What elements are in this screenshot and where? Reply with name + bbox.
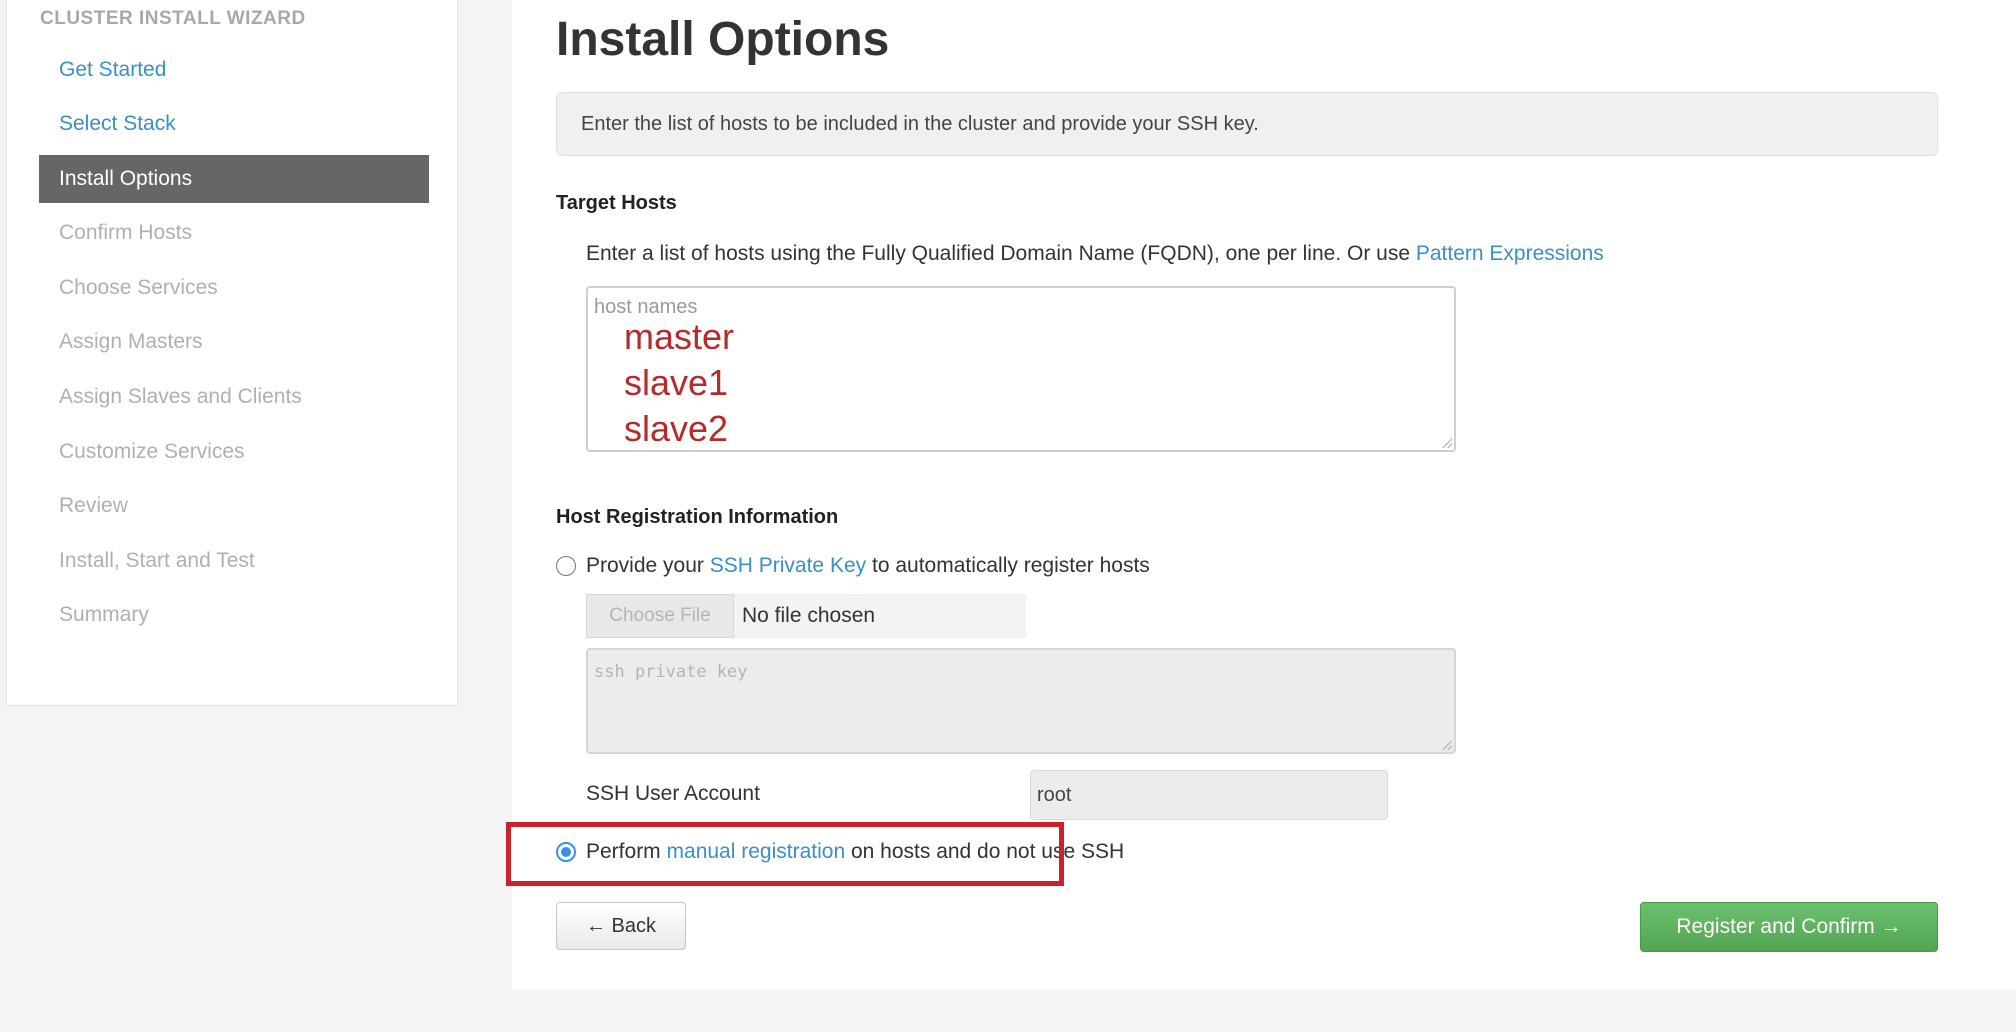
host-names-textarea[interactable]: host names master slave1 slave2 — [586, 286, 1456, 452]
sidebar-header: CLUSTER INSTALL WIZARD — [40, 8, 306, 29]
ssh-private-key-textarea[interactable]: ssh private key — [586, 648, 1456, 754]
wizard-sidebar: CLUSTER INSTALL WIZARD Get Started Selec… — [6, 0, 458, 706]
sidebar-item-assign-slaves-clients: Assign Slaves and Clients — [59, 385, 302, 408]
ssh-option-prefix: Provide your — [586, 554, 704, 577]
manual-option-prefix: Perform — [586, 840, 661, 863]
target-hosts-description: Enter a list of hosts using the Fully Qu… — [586, 242, 1604, 266]
ssh-private-key-link[interactable]: SSH Private Key — [710, 554, 866, 577]
sidebar-item-review: Review — [59, 494, 128, 517]
ssh-key-radio[interactable] — [556, 556, 576, 576]
manual-registration-option-label: Perform manual registration on hosts and… — [586, 840, 1124, 864]
resize-grip-icon[interactable] — [1442, 740, 1452, 750]
manual-registration-radio[interactable] — [556, 842, 576, 862]
manual-registration-link[interactable]: manual registration — [667, 840, 846, 863]
ssh-user-account-label: SSH User Account — [586, 782, 760, 805]
choose-file-button[interactable]: Choose File — [586, 594, 734, 638]
register-and-confirm-button[interactable]: Register and Confirm → — [1640, 902, 1938, 952]
sidebar-item-get-started[interactable]: Get Started — [39, 46, 429, 94]
sidebar-item-install-start-test: Install, Start and Test — [59, 549, 255, 572]
host-registration-title: Host Registration Information — [556, 506, 839, 528]
sidebar-item-customize-services: Customize Services — [59, 440, 245, 463]
file-input: Choose File No file chosen — [586, 594, 1026, 638]
sidebar-item-install-options[interactable]: Install Options — [39, 155, 429, 203]
target-hosts-title: Target Hosts — [556, 192, 677, 214]
sidebar-item-choose-services: Choose Services — [59, 276, 218, 299]
sidebar-item-summary: Summary — [59, 603, 149, 626]
info-message: Enter the list of hosts to be included i… — [556, 92, 1938, 156]
ssh-user-account-input[interactable]: root — [1030, 770, 1388, 820]
host-entry: master — [624, 316, 735, 357]
page-title: Install Options — [556, 13, 890, 66]
no-file-chosen-text: No file chosen — [742, 604, 876, 627]
sidebar-item-select-stack[interactable]: Select Stack — [39, 100, 429, 148]
ssh-option-suffix: to automatically register hosts — [871, 554, 1150, 577]
ssh-key-placeholder: ssh private key — [594, 662, 748, 682]
sidebar-item-assign-masters: Assign Masters — [59, 330, 203, 353]
main-content: Install Options Enter the list of hosts … — [506, 0, 2016, 990]
back-button[interactable]: ← Back — [556, 902, 686, 950]
ssh-key-option-label: Provide your SSH Private Key to automati… — [586, 554, 1150, 578]
manual-option-suffix: on hosts and do not use SSH — [850, 840, 1125, 863]
sidebar-item-confirm-hosts: Confirm Hosts — [59, 221, 193, 244]
target-hosts-description-text: Enter a list of hosts using the Fully Qu… — [586, 242, 1411, 265]
pattern-expressions-link[interactable]: Pattern Expressions — [1416, 242, 1604, 265]
host-entry: slave1 — [624, 362, 729, 403]
host-entry: slave2 — [624, 408, 729, 449]
resize-grip-icon[interactable] — [1442, 438, 1452, 448]
